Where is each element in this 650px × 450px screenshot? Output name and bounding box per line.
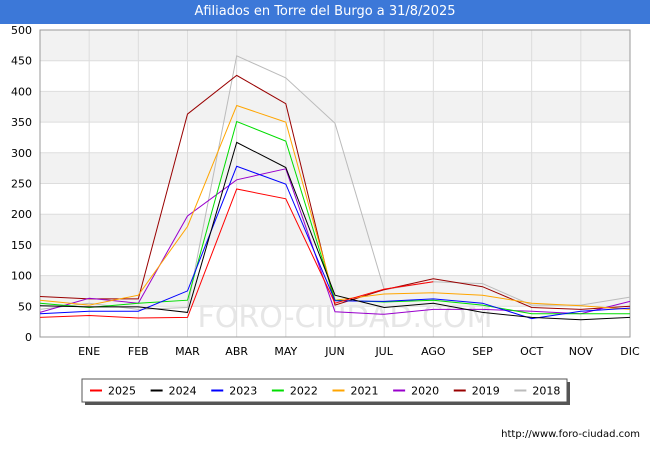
x-tick-label: FEB: [128, 345, 149, 358]
line-chart: 0 50 100 150 200 250 300 350 400 450 500 ENE FEB MAR A…: [11, 24, 640, 405]
x-tick-label: ENE: [78, 345, 100, 358]
legend-label-2020: 2020: [411, 385, 439, 398]
y-tick-label: 200: [11, 208, 32, 221]
x-tick-label: NOV: [569, 345, 594, 358]
source-url[interactable]: http://www.foro-ciudad.com: [501, 429, 640, 440]
legend-label-2021: 2021: [351, 385, 379, 398]
x-tick-label: JUN: [324, 345, 345, 358]
y-tick-label: 50: [18, 300, 32, 313]
watermark: FORO-CIUDAD.COM: [198, 300, 493, 335]
legend-label-2023: 2023: [229, 385, 257, 398]
y-tick-label: 500: [11, 24, 32, 37]
x-tick-label: MAR: [175, 345, 200, 358]
x-tick-label: ABR: [225, 345, 248, 358]
y-tick-label: 100: [11, 270, 32, 283]
x-tick-label: AGO: [421, 345, 446, 358]
legend-label-2024: 2024: [169, 385, 197, 398]
y-tick-label: 400: [11, 85, 32, 98]
y-tick-label: 150: [11, 239, 32, 252]
legend-label-2019: 2019: [472, 385, 500, 398]
y-tick-label: 450: [11, 55, 32, 68]
x-tick-label: MAY: [274, 345, 297, 358]
y-tick-label: 300: [11, 147, 32, 160]
x-tick-label: SEP: [472, 345, 493, 358]
y-tick-label: 0: [25, 331, 32, 344]
y-tick-label: 350: [11, 116, 32, 129]
legend-label-2025: 2025: [108, 385, 136, 398]
legend-label-2018: 2018: [532, 385, 560, 398]
x-tick-label: JUL: [374, 345, 393, 358]
y-tick-label: 250: [11, 178, 32, 191]
x-tick-label: DIC: [620, 345, 640, 358]
x-tick-label: OCT: [520, 345, 543, 358]
legend-label-2022: 2022: [290, 385, 318, 398]
